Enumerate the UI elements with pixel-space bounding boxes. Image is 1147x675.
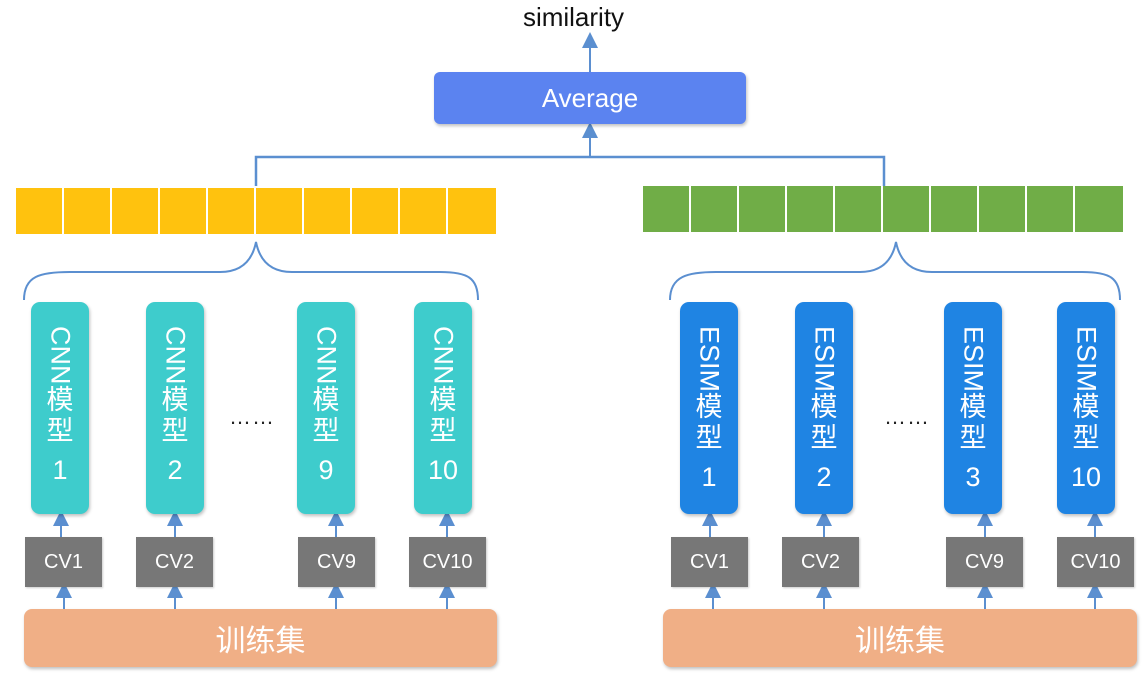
esim-model-10: ESIM 模 型 10 [1057, 302, 1115, 514]
model-number: 9 [318, 454, 334, 485]
model-name: ESIM [958, 326, 989, 393]
esim-cv-box-9: CV9 [946, 537, 1023, 587]
esim-cv-box-1: CV1 [671, 537, 748, 587]
model-number: 1 [701, 462, 717, 493]
cnn-vector-cell [112, 188, 160, 234]
model-name: ESIM [694, 326, 725, 393]
model-name: ESIM [809, 326, 840, 393]
model-suffix: 型 [810, 423, 838, 454]
model-number: 10 [1070, 462, 1102, 493]
similarity-label: similarity [522, 2, 625, 32]
esim-vector-cell [1075, 186, 1123, 232]
esim-vector-cell [835, 186, 883, 232]
model-suffix: 模 [161, 384, 189, 415]
esim-vector-cell [1027, 186, 1075, 232]
model-suffix: 型 [46, 415, 74, 446]
model-suffix: 型 [312, 415, 340, 446]
cnn-vector-cell [64, 188, 112, 234]
cnn-vector-cell [160, 188, 208, 234]
cnn-vector-cell [352, 188, 400, 234]
cnn-cv-box-1: CV1 [25, 537, 102, 587]
model-number: 2 [816, 462, 832, 493]
cnn-vector-cell [208, 188, 256, 234]
cnn-output-vector [16, 188, 496, 234]
model-number: 1 [52, 454, 68, 485]
cnn-model-2: CNN 模 型 2 [146, 302, 204, 514]
merge-connector [254, 155, 886, 186]
model-suffix: 模 [46, 384, 74, 415]
model-name: CNN [160, 326, 191, 385]
cnn-cv-box-10: CV10 [409, 537, 486, 587]
cnn-model-1: CNN 模 型 1 [31, 302, 89, 514]
model-suffix: 模 [429, 384, 457, 415]
esim-arrows [702, 510, 1103, 609]
esim-model-1: ESIM 模 型 1 [680, 302, 738, 514]
model-number: 10 [427, 454, 459, 485]
model-suffix: 模 [312, 384, 340, 415]
esim-vector-cell [691, 186, 739, 232]
model-suffix: 模 [959, 392, 987, 423]
cnn-ellipsis: …… [229, 404, 275, 429]
esim-training-set: 训练集 [663, 609, 1137, 667]
model-suffix: 模 [695, 392, 723, 423]
cnn-vector-cell [304, 188, 352, 234]
model-number: 3 [965, 462, 981, 493]
model-name: CNN [45, 326, 76, 385]
model-suffix: 模 [810, 392, 838, 423]
cnn-arrows [53, 510, 455, 609]
esim-brace [669, 241, 1121, 301]
cnn-model-10: CNN 模 型 10 [414, 302, 472, 514]
esim-cv-box-10: CV10 [1057, 537, 1134, 587]
cnn-vector-cell [256, 188, 304, 234]
model-suffix: 模 [1072, 392, 1100, 423]
model-suffix: 型 [695, 423, 723, 454]
esim-vector-cell [883, 186, 931, 232]
model-suffix: 型 [1072, 423, 1100, 454]
esim-ellipsis: …… [884, 404, 930, 429]
model-suffix: 型 [959, 423, 987, 454]
model-name: CNN [311, 326, 342, 385]
model-suffix: 型 [429, 415, 457, 446]
esim-vector-cell [979, 186, 1027, 232]
esim-cv-box-2: CV2 [782, 537, 859, 587]
esim-vector-cell [643, 186, 691, 232]
cnn-cv-box-2: CV2 [136, 537, 213, 587]
model-suffix: 型 [161, 415, 189, 446]
model-number: 2 [167, 454, 183, 485]
average-node: Average [434, 72, 746, 124]
cnn-cv-box-9: CV9 [298, 537, 375, 587]
cnn-model-9: CNN 模 型 9 [297, 302, 355, 514]
esim-vector-cell [931, 186, 979, 232]
esim-output-vector [643, 186, 1123, 232]
model-name: CNN [428, 326, 459, 385]
cnn-vector-cell [400, 188, 448, 234]
esim-model-3: ESIM 模 型 3 [944, 302, 1002, 514]
cnn-training-set: 训练集 [24, 609, 497, 667]
esim-vector-cell [739, 186, 787, 232]
model-name: ESIM [1071, 326, 1102, 393]
cnn-vector-cell [16, 188, 64, 234]
cnn-brace [23, 241, 479, 301]
esim-model-2: ESIM 模 型 2 [795, 302, 853, 514]
cnn-vector-cell [448, 188, 496, 234]
esim-vector-cell [787, 186, 835, 232]
